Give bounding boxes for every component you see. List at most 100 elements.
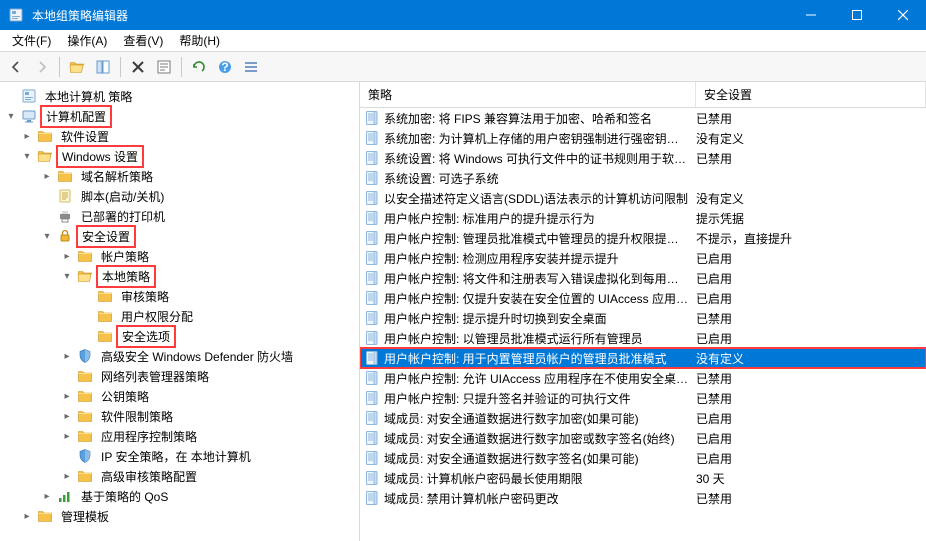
expand-icon[interactable] — [40, 229, 54, 243]
tree-windows-settings[interactable]: Windows 设置 — [0, 146, 359, 166]
close-button[interactable] — [880, 0, 926, 30]
policy-row[interactable]: 用户帐户控制: 标准用户的提升提示行为提示凭据 — [360, 208, 926, 228]
tree-dns-policy[interactable]: 域名解析策略 — [0, 166, 359, 186]
refresh-button[interactable] — [187, 55, 211, 79]
expand-icon[interactable] — [4, 109, 18, 123]
tree-defender-firewall[interactable]: 高级安全 Windows Defender 防火墙 — [0, 346, 359, 366]
expand-icon[interactable] — [60, 269, 74, 283]
tree-printers[interactable]: 已部署的打印机 — [0, 206, 359, 226]
policy-row[interactable]: 系统加密: 将 FIPS 兼容算法用于加密、哈希和签名已禁用 — [360, 108, 926, 128]
list-pane[interactable]: 策略 安全设置 系统加密: 将 FIPS 兼容算法用于加密、哈希和签名已禁用系统… — [360, 82, 926, 541]
expand-icon[interactable] — [40, 169, 54, 183]
expand-icon[interactable] — [20, 149, 34, 163]
policy-row[interactable]: 用户帐户控制: 检测应用程序安装并提示提升已启用 — [360, 248, 926, 268]
minimize-button[interactable] — [788, 0, 834, 30]
tree-netlist[interactable]: 网络列表管理器策略 — [0, 366, 359, 386]
tree-label: 高级安全 Windows Defender 防火墙 — [96, 346, 298, 367]
tree-user-rights[interactable]: 用户权限分配 — [0, 306, 359, 326]
policy-row[interactable]: 域成员: 对安全通道数据进行数字签名(如果可能)已启用 — [360, 448, 926, 468]
policy-row[interactable]: 系统设置: 将 Windows 可执行文件中的证书规则用于软件...已禁用 — [360, 148, 926, 168]
scroll-icon — [57, 188, 73, 204]
policy-icon — [364, 470, 380, 486]
tree-label: 帐户策略 — [96, 246, 154, 267]
menu-help[interactable]: 帮助(H) — [171, 30, 228, 51]
tree-admin-templates[interactable]: 管理模板 — [0, 506, 359, 526]
policy-setting: 已启用 — [696, 410, 926, 427]
tree-advanced-audit[interactable]: 高级审核策略配置 — [0, 466, 359, 486]
policy-name: 用户帐户控制: 标准用户的提升提示行为 — [384, 210, 696, 227]
expand-icon[interactable] — [40, 489, 54, 503]
policy-setting: 已启用 — [696, 290, 926, 307]
tree-scripts[interactable]: 脚本(启动/关机) — [0, 186, 359, 206]
tree-software-settings[interactable]: 软件设置 — [0, 126, 359, 146]
expand-icon[interactable] — [20, 129, 34, 143]
expand-icon[interactable] — [60, 249, 74, 263]
maximize-button[interactable] — [834, 0, 880, 30]
tree-local-policy[interactable]: 本地策略 — [0, 266, 359, 286]
forward-button[interactable] — [30, 55, 54, 79]
policy-name: 系统设置: 将 Windows 可执行文件中的证书规则用于软件... — [384, 150, 696, 167]
policy-row[interactable]: 用户帐户控制: 提示提升时切换到安全桌面已禁用 — [360, 308, 926, 328]
titlebar: 本地组策略编辑器 — [0, 0, 926, 30]
menu-view[interactable]: 查看(V) — [115, 30, 171, 51]
policy-row[interactable]: 域成员: 对安全通道数据进行数字加密或数字签名(始终)已启用 — [360, 428, 926, 448]
properties-button[interactable] — [152, 55, 176, 79]
delete-button[interactable] — [126, 55, 150, 79]
policy-setting: 已启用 — [696, 450, 926, 467]
policy-row[interactable]: 系统设置: 可选子系统 — [360, 168, 926, 188]
policy-row[interactable]: 用户帐户控制: 只提升签名并验证的可执行文件已禁用 — [360, 388, 926, 408]
folder-icon — [77, 468, 93, 484]
tree-security-settings[interactable]: 安全设置 — [0, 226, 359, 246]
tree-pane[interactable]: 本地计算机 策略 计算机配置 软件设置 Windows 设置 — [0, 82, 360, 541]
policy-row[interactable]: 域成员: 禁用计算机帐户密码更改已禁用 — [360, 488, 926, 508]
policy-setting: 没有定义 — [696, 130, 926, 147]
policy-icon — [364, 210, 380, 226]
expand-icon[interactable] — [60, 409, 74, 423]
policy-row[interactable]: 域成员: 计算机帐户密码最长使用期限30 天 — [360, 468, 926, 488]
policy-row[interactable]: 用户帐户控制: 管理员批准模式中管理员的提升权限提示的...不提示，直接提升 — [360, 228, 926, 248]
tree-computer-config[interactable]: 计算机配置 — [0, 106, 359, 126]
tree-security-options[interactable]: 安全选项 — [0, 326, 359, 346]
tree-account-policy[interactable]: 帐户策略 — [0, 246, 359, 266]
expand-icon[interactable] — [60, 429, 74, 443]
column-policy[interactable]: 策略 — [360, 82, 696, 107]
policy-icon — [364, 150, 380, 166]
policy-row[interactable]: 系统加密: 为计算机上存储的用户密钥强制进行强密钥保护没有定义 — [360, 128, 926, 148]
policy-setting: 已禁用 — [696, 310, 926, 327]
tree-public-key[interactable]: 公钥策略 — [0, 386, 359, 406]
policy-row[interactable]: 用户帐户控制: 用于内置管理员帐户的管理员批准模式没有定义 — [360, 348, 926, 368]
tree-app-control[interactable]: 应用程序控制策略 — [0, 426, 359, 446]
help-button[interactable]: ? — [213, 55, 237, 79]
printer-icon — [57, 208, 73, 224]
folder-open-icon — [37, 148, 53, 164]
view-mode-button[interactable] — [239, 55, 263, 79]
menu-file[interactable]: 文件(F) — [4, 30, 59, 51]
policy-icon — [364, 290, 380, 306]
folder-icon — [37, 128, 53, 144]
tree-root[interactable]: 本地计算机 策略 — [0, 86, 359, 106]
policy-name: 域成员: 计算机帐户密码最长使用期限 — [384, 470, 696, 487]
expand-icon[interactable] — [60, 389, 74, 403]
show-hide-tree-button[interactable] — [91, 55, 115, 79]
policy-row[interactable]: 用户帐户控制: 仅提升安装在安全位置的 UIAccess 应用程序已启用 — [360, 288, 926, 308]
menu-action[interactable]: 操作(A) — [59, 30, 115, 51]
tree-software-restrict[interactable]: 软件限制策略 — [0, 406, 359, 426]
policy-setting: 不提示，直接提升 — [696, 230, 926, 247]
up-button[interactable] — [65, 55, 89, 79]
policy-row[interactable]: 用户帐户控制: 以管理员批准模式运行所有管理员已启用 — [360, 328, 926, 348]
policy-setting: 已禁用 — [696, 150, 926, 167]
column-setting[interactable]: 安全设置 — [696, 82, 926, 107]
lock-icon — [57, 228, 73, 244]
tree-ipsec[interactable]: IP 安全策略，在 本地计算机 — [0, 446, 359, 466]
tree-qos[interactable]: 基于策略的 QoS — [0, 486, 359, 506]
expand-icon[interactable] — [20, 509, 34, 523]
expand-icon[interactable] — [60, 469, 74, 483]
tree-audit-policy[interactable]: 审核策略 — [0, 286, 359, 306]
expand-icon[interactable] — [60, 349, 74, 363]
policy-row[interactable]: 用户帐户控制: 允许 UIAccess 应用程序在不使用安全桌面...已禁用 — [360, 368, 926, 388]
back-button[interactable] — [4, 55, 28, 79]
policy-row[interactable]: 用户帐户控制: 将文件和注册表写入错误虚拟化到每用户位置已启用 — [360, 268, 926, 288]
policy-row[interactable]: 以安全描述符定义语言(SDDL)语法表示的计算机访问限制没有定义 — [360, 188, 926, 208]
policy-row[interactable]: 域成员: 对安全通道数据进行数字加密(如果可能)已启用 — [360, 408, 926, 428]
tree-label: 本地计算机 策略 — [40, 86, 137, 107]
